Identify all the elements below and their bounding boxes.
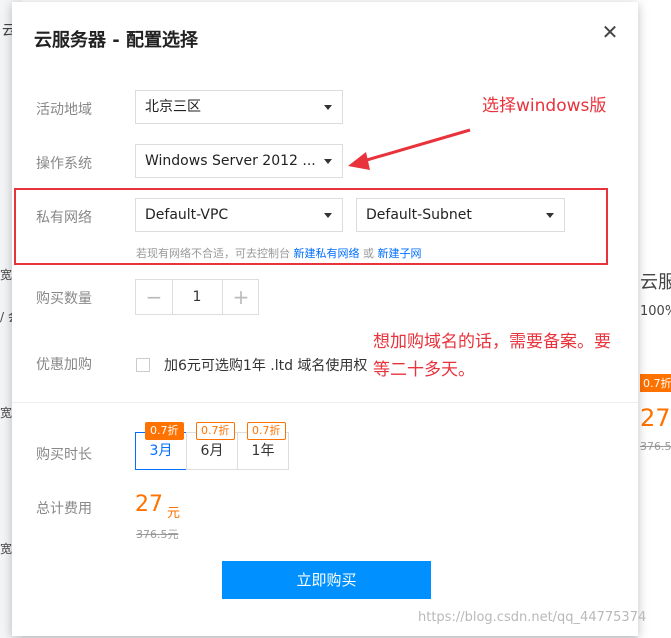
domain-addon-text: 加6元可选购1年 .ltd 域名使用权 <box>164 358 368 374</box>
annotation-arrow <box>348 128 471 170</box>
bg-percent: 100% <box>640 304 671 319</box>
close-icon[interactable]: ✕ <box>600 22 620 42</box>
discount-badge: 0.7折 <box>196 422 235 440</box>
quantity-label: 购买数量 <box>36 291 92 307</box>
buy-now-button[interactable]: 立即购买 <box>222 561 431 599</box>
vpc-select[interactable]: Default-VPC <box>135 198 343 232</box>
domain-annotation-line1: 想加购域名的话，需要备案。要 <box>373 332 611 352</box>
region-label: 活动地域 <box>36 102 92 118</box>
network-hint-text: 若现有网络不合适，可去控制台 <box>136 247 290 260</box>
subnet-select[interactable]: Default-Subnet <box>356 198 565 232</box>
background-right-panel <box>638 0 671 638</box>
total-price-unit: 元 <box>167 506 181 521</box>
domain-annotation-line2: 等二十多天。 <box>373 360 475 380</box>
dialog-title: 云服务器 - 配置选择 <box>34 30 199 51</box>
create-subnet-link[interactable]: 新建子网 <box>378 247 422 260</box>
domain-addon-checkbox[interactable] <box>136 358 150 372</box>
bg-price: 27 <box>640 404 671 432</box>
original-price: 376.5元 <box>136 528 179 541</box>
create-vpc-link[interactable]: 新建私有网络 <box>294 247 360 260</box>
chevron-down-icon <box>546 213 554 218</box>
addon-label: 优惠加购 <box>36 357 92 373</box>
divider <box>12 402 638 403</box>
bg-fragment: 宽 <box>0 406 13 420</box>
bg-fragment: 宽 <box>0 542 13 556</box>
quantity-stepper: − 1 + <box>135 279 259 315</box>
chevron-down-icon <box>324 213 332 218</box>
bg-discount-badge: 0.7折 <box>640 374 671 392</box>
network-hint: 若现有网络不合适，可去控制台 新建私有网络 或 新建子网 <box>136 245 422 261</box>
chevron-down-icon <box>324 105 332 110</box>
watermark: https://blog.csdn.net/qq_44775374 <box>418 610 647 625</box>
quantity-increment-button[interactable]: + <box>222 280 259 314</box>
duration-label: 购买时长 <box>36 447 92 463</box>
quantity-value[interactable]: 1 <box>172 280 222 314</box>
subnet-value: Default-Subnet <box>366 207 472 223</box>
os-label: 操作系统 <box>36 156 92 172</box>
os-select[interactable]: Windows Server 2012 ... <box>135 144 343 178</box>
quantity-decrement-button[interactable]: − <box>136 280 173 314</box>
bg-product-title: 云服 <box>640 272 671 293</box>
network-label: 私有网络 <box>36 210 92 226</box>
bg-original-price: 376.5 <box>640 440 671 453</box>
region-select[interactable]: 北京三区 <box>135 90 343 124</box>
os-value: Windows Server 2012 ... <box>145 153 316 169</box>
total-price: 27 <box>135 492 163 517</box>
vpc-value: Default-VPC <box>145 207 229 223</box>
discount-badge: 0.7折 <box>247 422 286 440</box>
chevron-down-icon <box>324 159 332 164</box>
network-hint-or: 或 <box>363 247 374 260</box>
total-label: 总计费用 <box>36 501 92 517</box>
os-annotation: 选择windows版 <box>482 96 607 116</box>
discount-badge: 0.7折 <box>145 422 184 440</box>
region-value: 北京三区 <box>145 99 201 115</box>
